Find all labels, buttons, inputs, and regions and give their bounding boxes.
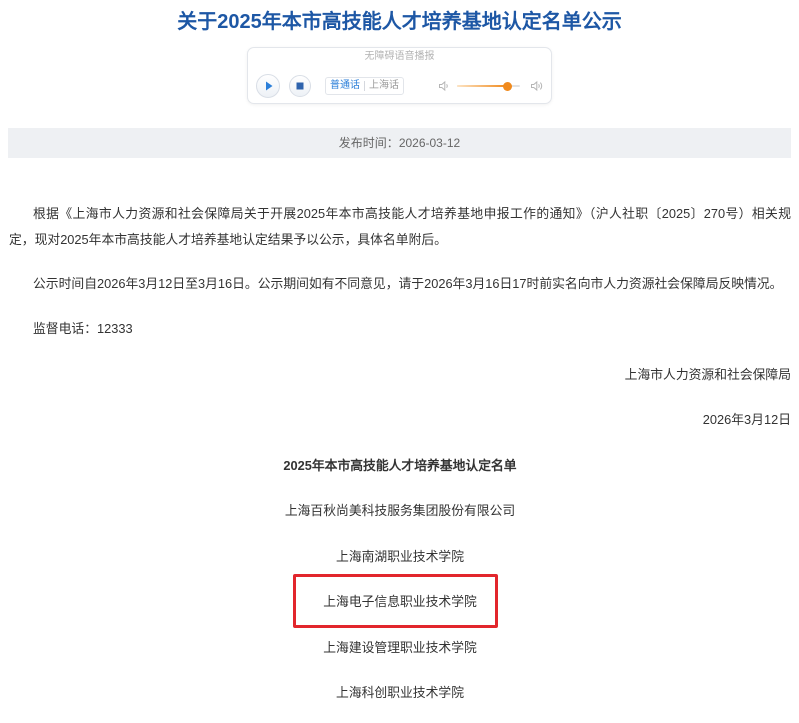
- list-item: 上海科创职业技术学院: [336, 684, 464, 700]
- signature-date: 2026年3月12日: [702, 412, 791, 428]
- language-toggle: 普通话 上海话: [325, 77, 404, 95]
- list-item: 上海百秋尚美科技服务集团股份有限公司: [284, 503, 516, 519]
- publish-date-bar: 发布时间：2026-03-12: [8, 128, 791, 158]
- body-paragraph: 根据《上海市人力资源和社会保障局关于开展2025年本市高技能人才培养基地申报工作…: [9, 206, 791, 247]
- play-button[interactable]: [256, 74, 280, 98]
- list-title: 2025年本市高技能人才培养基地认定名单: [283, 457, 517, 473]
- stop-icon-shape: [296, 82, 304, 90]
- list-item: 上海建设管理职业技术学院: [323, 639, 477, 655]
- audio-player: 无障碍语音播报 普通话 上海话: [247, 47, 552, 104]
- page-title: 关于2025年本市高技能人才培养基地认定名单公示: [177, 11, 622, 33]
- list-item: 上海南湖职业技术学院: [336, 548, 464, 564]
- volume-low-wave: [446, 83, 448, 89]
- publish-date: 2026-03-12: [398, 136, 461, 150]
- lang-option-mandarin[interactable]: 普通话: [326, 78, 364, 94]
- volume-high-speaker: [531, 80, 538, 92]
- play-icon-shape: [266, 81, 273, 91]
- article-body: 根据《上海市人力资源和社会保障局关于开展2025年本市高技能人才培养基地申报工作…: [9, 201, 791, 723]
- volume-slider-fill: [457, 85, 508, 87]
- play-icon: [266, 81, 273, 91]
- signature-org: 上海市人力资源和社会保障局: [624, 366, 791, 382]
- volume-high-icon[interactable]: [530, 80, 545, 92]
- publish-label: 发布时间：: [338, 136, 399, 150]
- highlight-box: [293, 574, 498, 628]
- volume-low-icon[interactable]: [438, 80, 450, 92]
- stop-icon: [296, 82, 304, 90]
- volume-high-wave-inner: [538, 83, 540, 89]
- supervision-phone: 监督电话：12333: [33, 321, 133, 337]
- body-paragraph: 公示时间自2026年3月12日至3月16日。公示期间如有不同意见，请于2026年…: [33, 276, 783, 291]
- volume-slider[interactable]: [457, 81, 520, 91]
- volume-slider-knob[interactable]: [502, 81, 512, 91]
- audio-player-header: 无障碍语音播报: [364, 51, 435, 62]
- stop-button[interactable]: [289, 75, 311, 97]
- lang-option-shanghainese[interactable]: 上海话: [365, 78, 403, 94]
- volume-low-speaker: [439, 80, 446, 92]
- volume-high-wave-outer: [539, 82, 543, 90]
